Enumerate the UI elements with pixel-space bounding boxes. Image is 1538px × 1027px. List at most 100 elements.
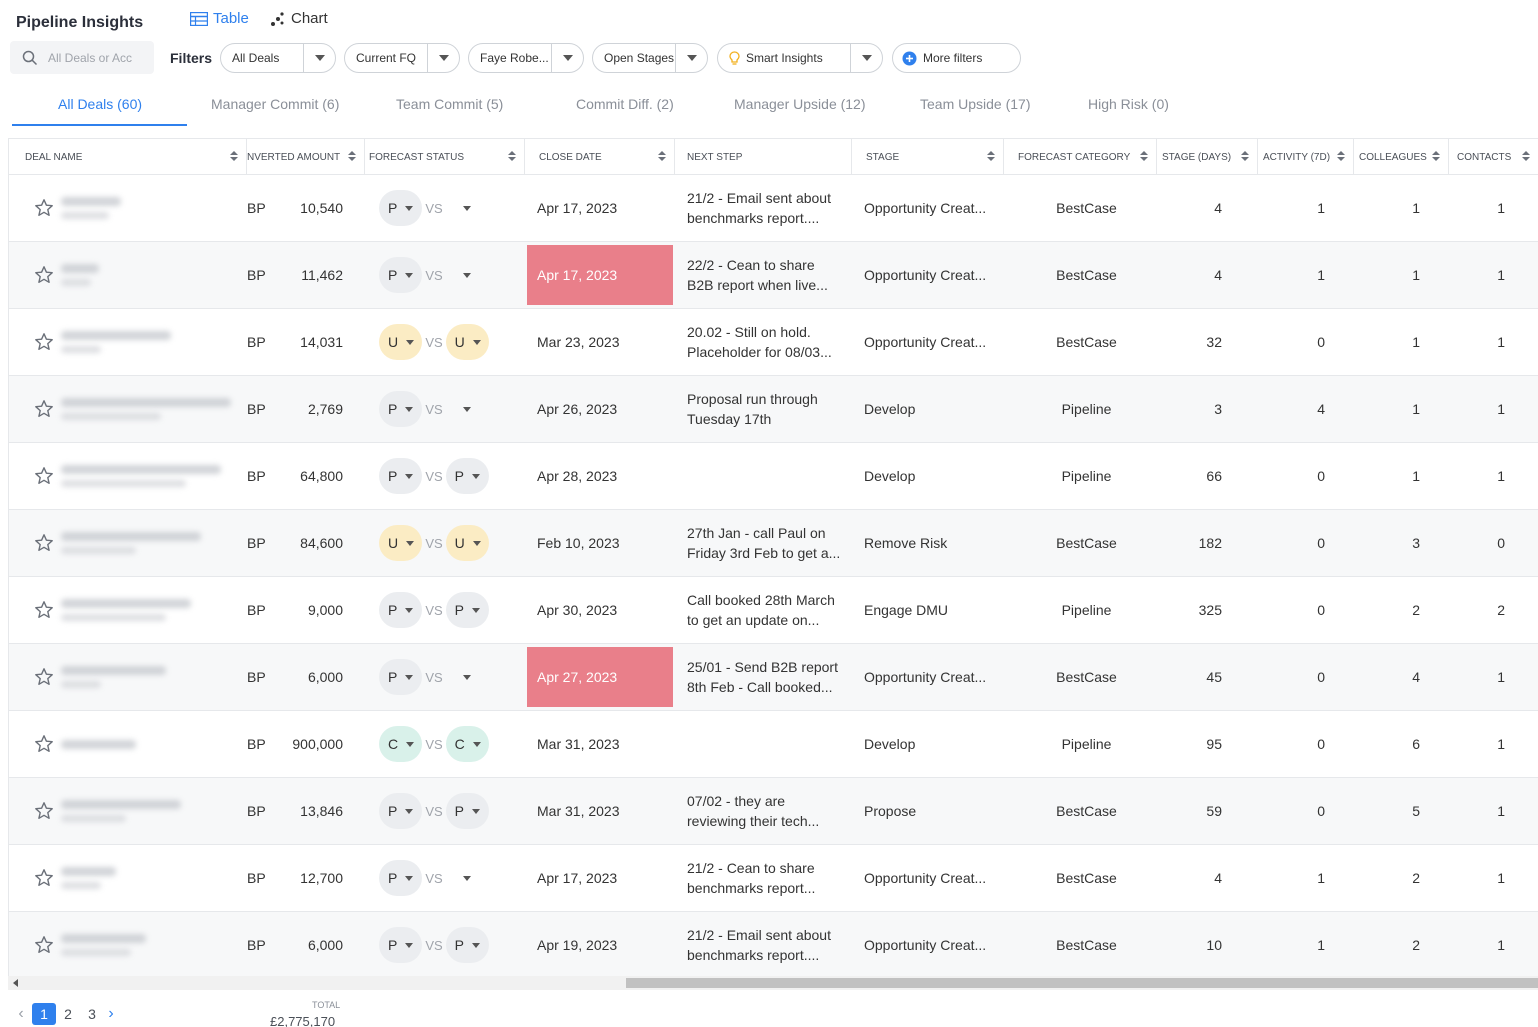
forecast-status-left-dropdown[interactable]: P (379, 927, 423, 963)
sort-icon[interactable] (348, 151, 356, 161)
forecast-status-right-dropdown[interactable] (446, 860, 489, 896)
favorite-star-icon[interactable] (34, 510, 54, 576)
page-2[interactable]: 2 (56, 1003, 80, 1025)
deal-name-redacted[interactable] (61, 510, 236, 576)
sort-icon[interactable] (1241, 151, 1249, 161)
next-step[interactable]: Proposal run through Tuesday 17th (687, 376, 855, 442)
table-row[interactable]: BP 13,846 P VS P Mar 31, 2023 07/02 - they are… (9, 778, 1538, 845)
forecast-status-right-dropdown[interactable] (446, 391, 489, 427)
next-step[interactable]: 07/02 - they are reviewing their tech... (687, 778, 855, 844)
table-row[interactable]: BP 10,540 P VS Apr 17, 2023 21/2 - Email sent… (9, 175, 1538, 242)
more-filters-button[interactable]: More filters (892, 43, 1021, 73)
forecast-status-left-dropdown[interactable]: P (379, 592, 423, 628)
table-row[interactable]: BP 14,031 U VS U Mar 23, 2023 20.02 - Still on… (9, 309, 1538, 376)
forecast-status-right-dropdown[interactable]: U (445, 525, 489, 561)
tab-team-upside[interactable]: Team Upside (17) (920, 90, 1031, 127)
forecast-status-right-dropdown[interactable]: P (445, 592, 489, 628)
deal-name-redacted[interactable] (61, 242, 236, 308)
table-row[interactable]: BP 900,000 C VS C Mar 31, 2023 Develop Pipeline… (9, 711, 1538, 778)
table-row[interactable]: BP 11,462 P VS Apr 17, 2023 22/2 - Cean to sh… (9, 242, 1538, 309)
favorite-star-icon[interactable] (34, 845, 54, 911)
deal-name-redacted[interactable] (61, 711, 236, 777)
forecast-status-right-dropdown[interactable]: P (445, 458, 489, 494)
forecast-status-right-dropdown[interactable] (446, 190, 489, 226)
favorite-star-icon[interactable] (34, 175, 54, 241)
scrollbar-thumb[interactable] (626, 978, 1538, 988)
chevron-down-icon[interactable] (675, 44, 707, 72)
sort-icon[interactable] (1432, 151, 1440, 161)
column-header-deal-name[interactable]: Deal Name (9, 139, 247, 175)
page-1[interactable]: 1 (32, 1003, 56, 1025)
table-row[interactable]: BP 2,769 P VS Apr 26, 2023 Proposal run throu… (9, 376, 1538, 443)
column-header-amount[interactable]: nverted Amount (247, 139, 365, 175)
favorite-star-icon[interactable] (34, 577, 54, 643)
column-header-forecast-category[interactable]: Forecast Category (1004, 139, 1157, 175)
favorite-star-icon[interactable] (34, 242, 54, 308)
deal-name-redacted[interactable] (61, 778, 236, 844)
search-input[interactable] (48, 50, 138, 65)
column-header-next-step[interactable]: Next Step (675, 139, 852, 175)
deal-name-redacted[interactable] (61, 845, 236, 911)
column-header-stage-days[interactable]: Stage (Days) (1157, 139, 1258, 175)
next-step[interactable]: 27th Jan - call Paul on Friday 3rd Feb to… (687, 510, 855, 576)
tab-manager-commit[interactable]: Manager Commit (6) (211, 90, 339, 127)
next-step[interactable]: 21/2 - Email sent about benchmarks report… (687, 175, 855, 241)
column-header-contacts[interactable]: Contacts (1449, 139, 1538, 175)
table-view-toggle[interactable]: Table (190, 10, 249, 27)
forecast-status-right-dropdown[interactable] (446, 659, 489, 695)
favorite-star-icon[interactable] (34, 711, 54, 777)
next-step[interactable]: 22/2 - Cean to share B2B report when live… (687, 242, 855, 308)
chevron-down-icon[interactable] (551, 44, 583, 72)
tab-team-commit[interactable]: Team Commit (5) (396, 90, 503, 127)
chevron-down-icon[interactable] (303, 44, 335, 72)
deal-name-redacted[interactable] (61, 577, 236, 643)
forecast-status-right-dropdown[interactable]: U (445, 324, 489, 360)
deal-name-redacted[interactable] (61, 175, 236, 241)
forecast-status-left-dropdown[interactable]: P (379, 257, 423, 293)
favorite-star-icon[interactable] (34, 912, 54, 976)
forecast-status-left-dropdown[interactable]: P (379, 391, 423, 427)
favorite-star-icon[interactable] (34, 443, 54, 509)
table-row[interactable]: BP 84,600 U VS U Feb 10, 2023 27th Jan - call … (9, 510, 1538, 577)
deal-name-redacted[interactable] (61, 912, 236, 976)
filter-current-fq[interactable]: Current FQ (344, 43, 460, 73)
next-step[interactable] (687, 711, 855, 777)
table-row[interactable]: BP 6,000 P VS P Apr 19, 2023 21/2 - Email sent… (9, 912, 1538, 976)
column-header-stage[interactable]: Stage (852, 139, 1004, 175)
table-row[interactable]: BP 12,700 P VS Apr 17, 2023 21/2 - Cean to sh… (9, 845, 1538, 912)
favorite-star-icon[interactable] (34, 309, 54, 375)
sort-icon[interactable] (1140, 151, 1148, 161)
deal-name-redacted[interactable] (61, 376, 236, 442)
forecast-status-right-dropdown[interactable]: P (445, 793, 489, 829)
table-row[interactable]: BP 64,800 P VS P Apr 28, 2023 Develop Pipeline 6… (9, 443, 1538, 510)
forecast-status-left-dropdown[interactable]: P (379, 793, 423, 829)
forecast-status-right-dropdown[interactable] (446, 257, 489, 293)
forecast-status-left-dropdown[interactable]: P (379, 860, 423, 896)
forecast-status-left-dropdown[interactable]: U (379, 525, 423, 561)
chevron-down-icon[interactable] (427, 44, 459, 72)
forecast-status-left-dropdown[interactable]: P (379, 659, 423, 695)
favorite-star-icon[interactable] (34, 778, 54, 844)
search-box[interactable] (10, 41, 154, 74)
forecast-status-right-dropdown[interactable]: C (445, 726, 489, 762)
filter-owner[interactable]: Faye Robe... (468, 43, 584, 73)
sort-icon[interactable] (1522, 151, 1530, 161)
table-row[interactable]: BP 6,000 P VS Apr 27, 2023 25/01 - Send B2B r… (9, 644, 1538, 711)
sort-icon[interactable] (658, 151, 666, 161)
prev-page-icon[interactable]: ‹ (14, 1004, 28, 1024)
next-step[interactable]: 21/2 - Email sent about benchmarks report… (687, 912, 855, 976)
forecast-status-left-dropdown[interactable]: C (379, 726, 423, 762)
filter-open-stages[interactable]: Open Stages (592, 43, 708, 73)
tab-manager-upside[interactable]: Manager Upside (12) (734, 90, 866, 127)
chart-view-toggle[interactable]: Chart (270, 10, 328, 27)
favorite-star-icon[interactable] (34, 376, 54, 442)
tab-high-risk[interactable]: High Risk (0) (1088, 90, 1169, 127)
forecast-status-left-dropdown[interactable]: P (379, 190, 423, 226)
forecast-status-left-dropdown[interactable]: U (379, 324, 423, 360)
next-page-icon[interactable]: › (104, 1004, 118, 1024)
forecast-status-left-dropdown[interactable]: P (379, 458, 423, 494)
sort-icon[interactable] (987, 151, 995, 161)
next-step[interactable] (687, 443, 855, 509)
column-header-colleagues[interactable]: Colleagues (1354, 139, 1449, 175)
column-header-forecast-status[interactable]: Forecast Status (365, 139, 525, 175)
